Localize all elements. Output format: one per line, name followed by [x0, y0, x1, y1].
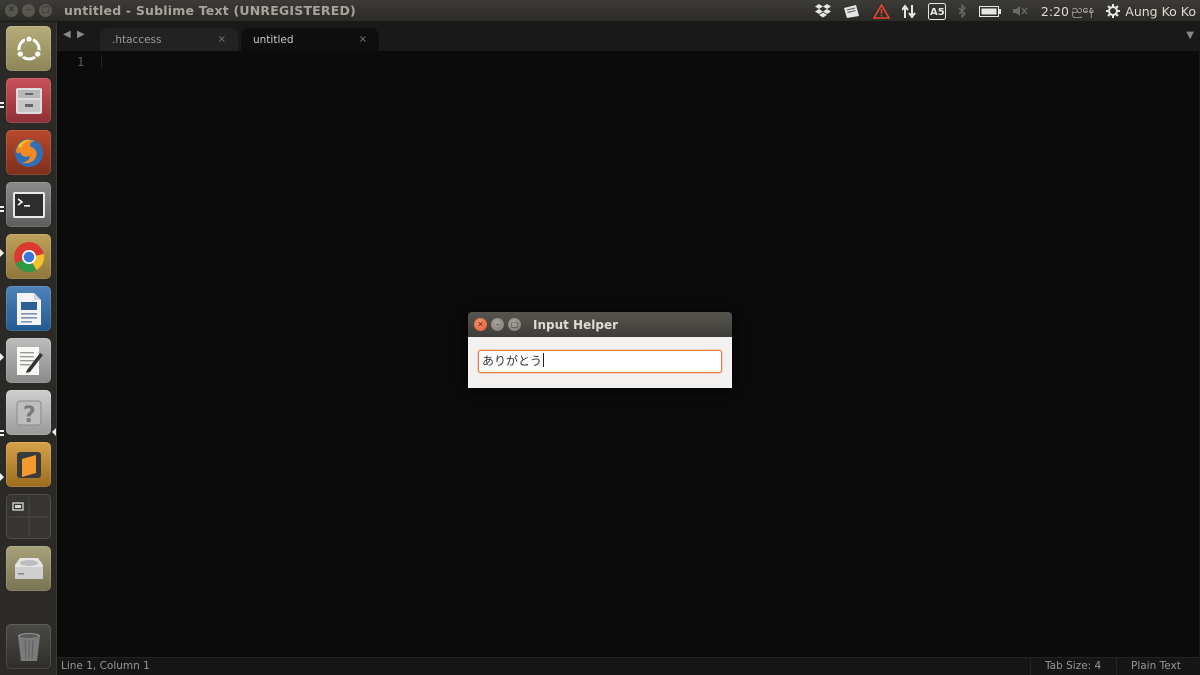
terminal-icon: [12, 191, 45, 218]
tab-htaccess[interactable]: .htaccess ×: [100, 28, 238, 51]
status-bar: Line 1, Column 1 Tab Size: 4 Plain Text: [57, 657, 1200, 675]
warning-icon[interactable]: [872, 3, 890, 19]
tab-scroll-right-icon[interactable]: ▶: [77, 29, 85, 40]
svg-text:?: ?: [23, 403, 36, 428]
input-method-icon[interactable]: A5: [927, 2, 946, 20]
tab-size-selector[interactable]: Tab Size: 4: [1030, 658, 1115, 675]
window-maximize-button[interactable]: ▢: [39, 4, 52, 17]
launcher-item-chrome[interactable]: [6, 234, 51, 279]
file-cabinet-icon: [15, 87, 42, 114]
sublime-icon: [16, 451, 41, 478]
launcher-item-trash[interactable]: [6, 624, 51, 669]
syntax-selector[interactable]: Plain Text: [1116, 658, 1195, 675]
dialog-maximize-button[interactable]: ▢: [508, 318, 521, 331]
hard-drive-icon: [14, 557, 43, 579]
wifi-folder-icon[interactable]: [843, 4, 861, 19]
launcher-item-help[interactable]: ?: [6, 390, 51, 435]
launcher-item-firefox[interactable]: [6, 130, 51, 175]
window-close-button[interactable]: ✕: [5, 4, 18, 17]
user-name[interactable]: Aung Ko Ko: [1125, 4, 1196, 19]
trash-icon: [17, 632, 40, 661]
tab-close-icon[interactable]: ×: [218, 34, 226, 45]
tab-close-icon[interactable]: ×: [359, 34, 367, 45]
text-editor-icon: [16, 346, 43, 375]
dialog-titlebar[interactable]: ✕ – ▢ Input Helper: [468, 312, 732, 337]
top-panel: ✕ – ▢ untitled - Sublime Text (UNREGISTE…: [0, 0, 1200, 22]
tab-label: .htaccess: [112, 33, 162, 46]
text-input-field[interactable]: ありがとう: [478, 350, 722, 373]
help-icon: ?: [16, 400, 41, 428]
launcher-item-sublime-text[interactable]: [6, 442, 51, 487]
tab-list-dropdown-icon[interactable]: ▼: [1186, 30, 1194, 41]
dialog-minimize-button[interactable]: –: [491, 318, 504, 331]
cursor-position: Line 1, Column 1: [61, 660, 150, 672]
ubuntu-logo-icon: [15, 34, 42, 60]
launcher: ?: [0, 22, 57, 675]
launcher-item-files[interactable]: [6, 78, 51, 123]
dropbox-icon[interactable]: [814, 4, 831, 18]
launcher-item-terminal[interactable]: [6, 182, 51, 227]
firefox-icon: [14, 138, 43, 167]
tab-bar: ◀ ▶ .htaccess × untitled × ▼: [57, 22, 1200, 51]
launcher-item-workspaces[interactable]: [6, 494, 51, 539]
launcher-item-dash-home[interactable]: [6, 26, 51, 71]
svg-text:A5: A5: [930, 7, 945, 18]
dialog-close-button[interactable]: ✕: [474, 318, 487, 331]
dialog-body: ありがとう: [468, 337, 732, 388]
line-number: 1: [77, 55, 85, 69]
chrome-icon: [13, 241, 44, 272]
clock-suffix: ညနေ: [1071, 3, 1095, 16]
launcher-item-drive[interactable]: [6, 546, 51, 591]
gear-icon[interactable]: [1106, 4, 1121, 18]
workspace-switcher-icon: [8, 496, 49, 537]
battery-icon[interactable]: [978, 5, 1001, 17]
input-helper-dialog: ✕ – ▢ Input Helper ありがとう: [468, 312, 732, 388]
launcher-item-text-editor[interactable]: [6, 338, 51, 383]
tab-untitled[interactable]: untitled ×: [241, 28, 379, 51]
indicator-area: A5 2:20 ညနေ Aung Ko Ko: [814, 0, 1200, 22]
dialog-title: Input Helper: [533, 317, 618, 332]
volume-muted-icon[interactable]: [1012, 5, 1029, 17]
clock[interactable]: 2:20: [1041, 4, 1069, 19]
clock-time: 2:20: [1040, 3, 1069, 19]
window-title: untitled - Sublime Text (UNREGISTERED): [64, 3, 356, 18]
input-caret: [543, 353, 545, 367]
tab-label: untitled: [253, 33, 294, 46]
tab-scroll-left-icon[interactable]: ◀: [63, 29, 71, 40]
network-icon[interactable]: [901, 3, 916, 19]
text-cursor: [101, 55, 102, 69]
input-text: ありがとう: [482, 354, 543, 368]
launcher-item-libreoffice-writer[interactable]: [6, 286, 51, 331]
bluetooth-icon[interactable]: [958, 4, 967, 18]
window-minimize-button[interactable]: –: [22, 4, 35, 17]
writer-icon: [16, 292, 41, 325]
